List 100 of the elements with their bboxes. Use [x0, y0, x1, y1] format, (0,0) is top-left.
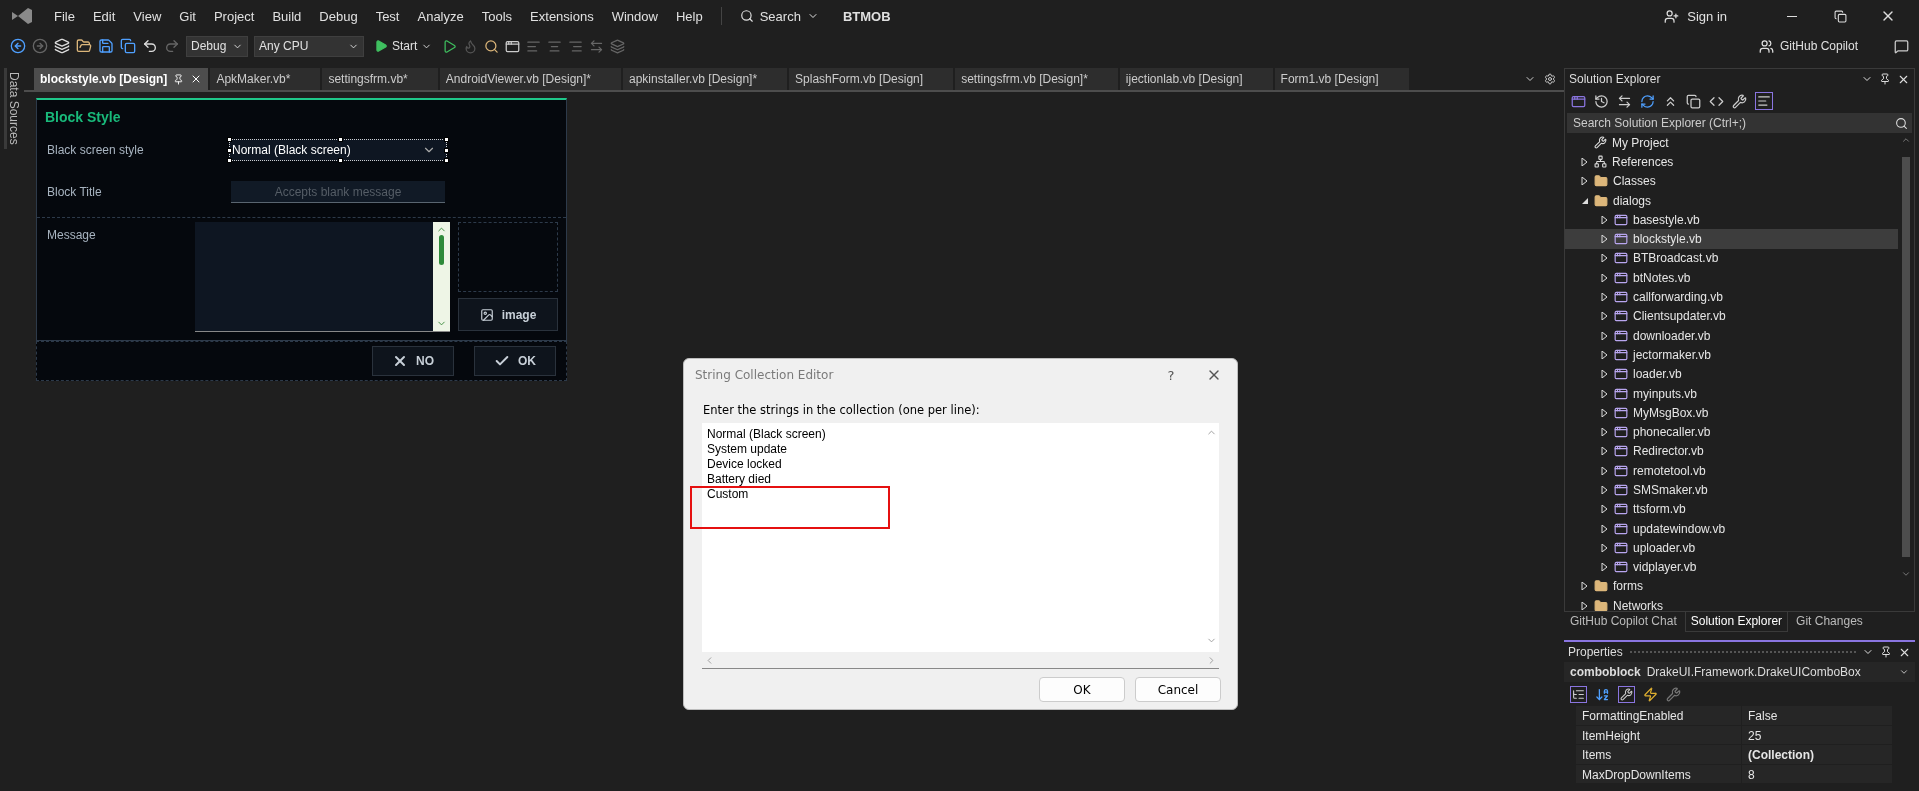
tree-item[interactable]: uploader.vb	[1565, 538, 1898, 558]
collapsed-arrow-icon[interactable]	[1601, 293, 1609, 301]
collapsed-arrow-icon[interactable]	[1601, 466, 1609, 475]
tree-item[interactable]: SMSmaker.vb	[1565, 480, 1898, 500]
save-all-icon[interactable]	[120, 38, 136, 54]
menu-item[interactable]: Window	[603, 4, 666, 28]
solution-search-field[interactable]: Search Solution Explorer (Ctrl+;)	[1567, 113, 1912, 133]
tree-item[interactable]: Clientsupdater.vb	[1565, 306, 1898, 326]
tree-item[interactable]: BTBroadcast.vb	[1565, 248, 1898, 269]
events-icon[interactable]	[1643, 686, 1658, 702]
menu-item[interactable]: Analyze	[409, 4, 472, 28]
scrollbar-thumb[interactable]	[439, 235, 444, 265]
platform-dropdown[interactable]: Any CPU	[254, 35, 364, 57]
document-tab[interactable]: AndroidViewer.vb [Design]*	[439, 68, 621, 90]
tree-item[interactable]: Redirector.vb	[1565, 441, 1898, 462]
document-tab[interactable]: ijectionlab.vb [Design]	[1119, 68, 1273, 90]
collapsed-arrow-icon[interactable]	[1601, 447, 1609, 456]
tree-item[interactable]: basestyle.vb	[1565, 210, 1898, 230]
align-left-icon[interactable]	[526, 38, 542, 54]
undo-icon[interactable]	[142, 38, 158, 54]
tree-item[interactable]: remotetool.vb	[1565, 461, 1898, 481]
document-tab[interactable]: settingsfrm.vb*	[322, 68, 438, 90]
tree-item[interactable]: jectormaker.vb	[1565, 345, 1898, 365]
document-tab[interactable]: blockstyle.vb [Design]	[34, 68, 209, 90]
tree-item[interactable]: btNotes.vb	[1565, 268, 1898, 288]
ok-button[interactable]: OK	[474, 346, 556, 376]
settings-icon[interactable]	[1544, 73, 1556, 85]
search-button[interactable]: Search	[731, 4, 827, 28]
collapsed-arrow-icon[interactable]	[1601, 350, 1609, 359]
menu-item[interactable]: Project	[205, 4, 263, 28]
refresh-icon[interactable]	[1640, 93, 1655, 109]
find-icon[interactable]	[484, 38, 500, 54]
start-button[interactable]: Start	[370, 39, 437, 53]
collapsed-arrow-icon[interactable]	[1601, 408, 1609, 417]
tree-item[interactable]: References	[1565, 152, 1898, 172]
sync-icon[interactable]	[1617, 93, 1632, 109]
feedback-icon[interactable]	[1894, 38, 1909, 54]
history-icon[interactable]	[1594, 93, 1609, 109]
object-selector[interactable]: comboblock DrakeUI.Framework.DrakeUIComboBox	[1564, 662, 1915, 682]
pin-icon[interactable]	[1880, 646, 1892, 658]
align-center-icon[interactable]	[547, 38, 563, 54]
document-tab[interactable]: apkinstaller.vb [Design]*	[623, 68, 788, 90]
data-sources-tab[interactable]: Data Sources	[3, 68, 21, 149]
style-combo-box[interactable]: Normal (Black screen)	[229, 139, 447, 161]
menu-item[interactable]: Build	[264, 4, 310, 28]
message-field[interactable]	[194, 222, 450, 332]
spacing-icon[interactable]	[589, 38, 605, 54]
window-icon[interactable]	[505, 38, 521, 54]
collapsed-arrow-icon[interactable]	[1601, 254, 1609, 263]
menu-item[interactable]: Tools	[473, 4, 521, 28]
title-field[interactable]: Accepts blank message	[231, 181, 445, 203]
save-icon[interactable]	[98, 38, 114, 54]
tree-item[interactable]: vidplayer.vb	[1565, 557, 1898, 577]
collapsed-arrow-icon[interactable]	[1601, 331, 1609, 340]
tree-item[interactable]: callforwarding.vb	[1565, 287, 1898, 307]
sort-icon[interactable]	[1595, 686, 1610, 702]
no-button[interactable]: NO	[372, 346, 454, 376]
collapsed-arrow-icon[interactable]	[1581, 582, 1589, 591]
resize-handle[interactable]	[227, 137, 232, 142]
solution-icon[interactable]	[1571, 93, 1586, 109]
tree-item[interactable]: phonecaller.vb	[1565, 422, 1898, 442]
collapsed-arrow-icon[interactable]	[1601, 505, 1609, 514]
collapsed-arrow-icon[interactable]	[1601, 215, 1609, 224]
search-input[interactable]: Search Solution Explorer (Ctrl+;)	[1571, 115, 1895, 131]
copilot-button[interactable]: GitHub Copilot	[1758, 38, 1858, 54]
menu-item[interactable]: Extensions	[522, 4, 602, 28]
property-value[interactable]: (Collection)	[1742, 745, 1892, 764]
align-right-icon[interactable]	[568, 38, 584, 54]
tree-item[interactable]: loader.vb	[1565, 364, 1898, 384]
scrollbar[interactable]	[433, 222, 450, 331]
collapsed-arrow-icon[interactable]	[1601, 389, 1609, 398]
collapsed-arrow-icon[interactable]	[1601, 312, 1609, 321]
show-all-icon[interactable]	[1686, 93, 1701, 109]
cancel-button[interactable]: Cancel	[1135, 677, 1221, 702]
property-name[interactable]: Items	[1576, 745, 1741, 764]
configuration-dropdown[interactable]: Debug	[186, 35, 248, 57]
collapsed-arrow-icon[interactable]	[1601, 273, 1609, 282]
menu-item[interactable]: Debug	[311, 4, 366, 28]
tree-item[interactable]: downloader.vb	[1565, 325, 1898, 346]
menu-item[interactable]: View	[125, 4, 170, 28]
back-icon[interactable]	[10, 38, 26, 54]
property-name[interactable]: FormattingEnabled	[1576, 706, 1741, 725]
menu-item[interactable]: File	[46, 4, 83, 28]
collapsed-arrow-icon[interactable]	[1601, 428, 1609, 437]
image-button[interactable]: image	[458, 298, 558, 331]
collapsed-arrow-icon[interactable]	[1601, 486, 1609, 494]
collapsed-arrow-icon[interactable]	[1601, 524, 1609, 533]
help-button[interactable]: ?	[1151, 367, 1191, 383]
order-icon[interactable]	[610, 38, 626, 54]
property-pages-icon[interactable]	[1666, 686, 1681, 702]
tree-item[interactable]: Networks	[1565, 596, 1898, 611]
tree-item[interactable]: forms	[1565, 576, 1898, 597]
resize-handle[interactable]	[338, 158, 343, 163]
ok-button[interactable]: OK	[1039, 677, 1125, 702]
categorized-toggle[interactable]	[1570, 685, 1587, 703]
collapsed-arrow-icon[interactable]	[1601, 543, 1609, 552]
properties-toggle[interactable]	[1618, 685, 1635, 703]
document-tab[interactable]: SplashForm.vb [Design]	[789, 68, 954, 90]
collapsed-arrow-icon[interactable]	[1581, 157, 1589, 166]
tree-item[interactable]: dialogs	[1565, 190, 1898, 211]
